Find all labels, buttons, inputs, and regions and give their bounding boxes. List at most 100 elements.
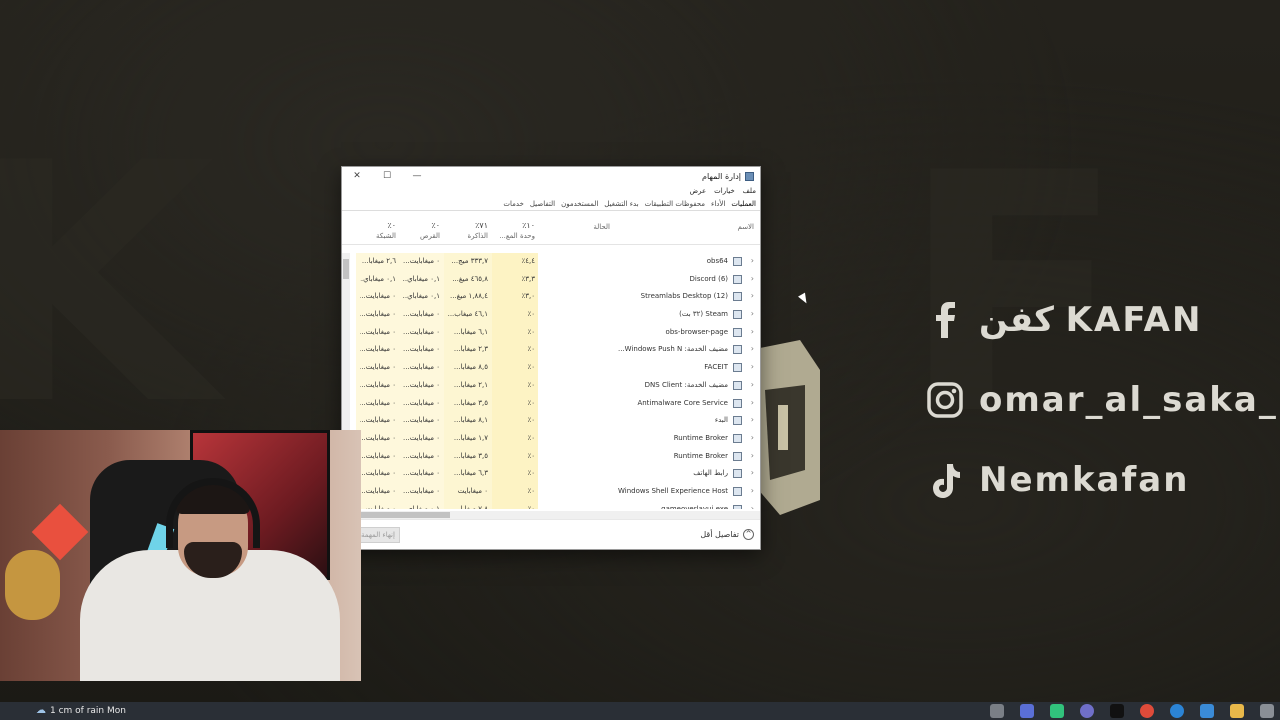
process-row[interactable]: ‹ Discord (6) ٣,٣٪ ٤٦٥,٨ ميغ... ٠,١ ميغاباي.…: [342, 271, 760, 289]
process-row[interactable]: ‹ obs64 ٤,٤٪ ٣٣٣,٧ ميج... ٠ ميغابايت... ٢,٦ م…: [342, 253, 760, 271]
process-disk: ٠ ميغابايت...: [403, 257, 440, 265]
facebook-icon: [925, 300, 965, 340]
fewer-details-button[interactable]: ^ تفاصيل أقل: [700, 529, 754, 540]
expand-chevron-icon[interactable]: ‹: [751, 468, 754, 477]
mummy-figure: [5, 550, 60, 620]
close-icon[interactable]: ✕: [342, 167, 372, 185]
app-taskbar-icon[interactable]: [1020, 704, 1034, 718]
social-links: كفن KAFAN omar_al_saka_ Nemkafan: [925, 280, 1280, 520]
expand-chevron-icon[interactable]: ‹: [751, 398, 754, 407]
end-task-button[interactable]: إنهاء المهمة: [356, 527, 400, 543]
process-icon: [733, 433, 742, 443]
expand-chevron-icon[interactable]: ‹: [751, 291, 754, 300]
column-cpu[interactable]: ١٠٪ وحدة المع...: [495, 219, 535, 245]
expand-chevron-icon[interactable]: ‹: [751, 433, 754, 442]
column-disk[interactable]: ٠٪ القرص: [402, 219, 440, 245]
maximize-icon[interactable]: ☐: [372, 167, 402, 185]
process-row[interactable]: ‹ Windows Shell Experience Host ٠٪ ٠ ميغابا…: [342, 483, 760, 501]
process-memory: ٣,٥ ميغابا...: [453, 398, 488, 407]
process-memory: ٢,٣ ميغابا...: [453, 345, 488, 354]
process-memory: ٦,٣ ميغابا...: [453, 469, 488, 478]
process-network: ٠,١ ميغاباي...: [360, 274, 396, 283]
menu-options[interactable]: خيارات: [714, 187, 735, 195]
process-row[interactable]: ‹ FACEIT ٠٪ ٨,٥ ميغابا... ٠ ميغابايت... ٠ ميغ…: [342, 359, 760, 377]
tab-users[interactable]: المستخدمون: [561, 200, 598, 208]
horizontal-scrollbar[interactable]: [350, 511, 760, 519]
edge-taskbar-icon[interactable]: [1170, 704, 1184, 718]
task-manager-taskbar-icon[interactable]: [990, 704, 1004, 718]
file-explorer-taskbar-icon[interactable]: [1230, 704, 1244, 718]
process-row[interactable]: ‹ Runtime Broker ٠٪ ٣,٥ ميغابا... ٠ ميغابايت…: [342, 448, 760, 466]
expand-chevron-icon[interactable]: ‹: [751, 415, 754, 424]
process-network: ٠ ميغابايت...: [360, 398, 396, 407]
process-memory: ٢,١ ميغابا...: [453, 380, 488, 389]
process-row[interactable]: ‹ Antimalware Core Service ٠٪ ٣,٥ ميغابا...…: [342, 395, 760, 413]
column-name[interactable]: الاسم: [694, 219, 754, 245]
process-list[interactable]: ‹ obs64 ٤,٤٪ ٣٣٣,٧ ميج... ٠ ميغابايت... ٢,٦ م…: [342, 253, 760, 509]
process-row[interactable]: ‹ رابط الهاتف ٠٪ ٦,٣ ميغابا... ٠ ميغابايت...…: [342, 465, 760, 483]
column-memory[interactable]: ٧١٪ الذاكرة: [446, 219, 488, 245]
expand-chevron-icon[interactable]: ‹: [751, 274, 754, 283]
chrome-taskbar-icon[interactable]: [1140, 704, 1154, 718]
process-disk: ٠ ميغابايت...: [403, 416, 440, 425]
tiktok-taskbar-icon[interactable]: [1110, 704, 1124, 718]
process-network: ٠ ميغابايت...: [360, 345, 396, 354]
settings-taskbar-icon[interactable]: [1260, 704, 1274, 718]
expand-chevron-icon[interactable]: ‹: [751, 486, 754, 495]
process-memory: ١,٨٨,٤ ميغ...: [450, 292, 488, 301]
process-row[interactable]: ‹ Steam (٣٢ بت) ٠٪ ٤٦,١ ميغاب... ٠ ميغابايت.…: [342, 306, 760, 324]
process-memory: ٨,١ ميغابا...: [453, 416, 488, 425]
obs-taskbar-icon[interactable]: [1080, 704, 1094, 718]
process-name: gameoverlayui.exe: [661, 504, 728, 509]
expand-chevron-icon[interactable]: ‹: [751, 256, 754, 265]
minimize-icon[interactable]: —: [402, 167, 432, 185]
tab-processes[interactable]: العمليات: [731, 200, 756, 208]
tab-performance[interactable]: الأداء: [711, 200, 725, 208]
process-name: Runtime Broker: [673, 433, 728, 442]
process-cpu: ٠٪: [527, 363, 535, 372]
process-disk: ٠ ميغابايت...: [403, 486, 440, 495]
tab-app-history[interactable]: محفوظات التطبيقات: [645, 200, 705, 208]
expand-chevron-icon[interactable]: ‹: [751, 309, 754, 318]
process-row[interactable]: ‹ Streamlabs Desktop (12) ٣,٠٪ ١,٨٨,٤ ميغ..…: [342, 288, 760, 306]
mouse-cursor-icon: [798, 292, 810, 306]
process-row[interactable]: ‹ gameoverlayui.exe ٠٪ ٧,٨ ميغابا... ٠,١ ميغ…: [342, 501, 760, 509]
process-name: obs-browser-page: [665, 327, 728, 336]
task-manager-window[interactable]: إدارة المهام ✕ ☐ — ملف خيارات عرض العملي…: [341, 166, 761, 550]
store-taskbar-icon[interactable]: [1200, 704, 1214, 718]
column-status[interactable]: الحالة: [550, 219, 610, 245]
process-cpu: ٠٪: [527, 327, 535, 336]
process-network: ٠ ميغابايت...: [360, 486, 396, 495]
tab-bar: العمليات الأداء محفوظات التطبيقات بدء ال…: [342, 197, 760, 211]
column-network[interactable]: ٠٪ الشبكة: [360, 219, 396, 245]
tab-details[interactable]: التفاصيل: [530, 200, 555, 208]
process-cpu: ٠٪: [527, 380, 535, 389]
tab-startup[interactable]: بدء التشغيل: [604, 200, 638, 208]
tiktok-icon: [925, 460, 965, 500]
menu-bar: ملف خيارات عرض: [342, 185, 760, 197]
process-row[interactable]: ‹ obs-browser-page ٠٪ ٦,١ ميغابا... ٠ ميغابا…: [342, 324, 760, 342]
weather-widget[interactable]: ☁ 1 cm of rain Mon: [36, 705, 126, 716]
process-row[interactable]: ‹ البدء ٠٪ ٨,١ ميغابا... ٠ ميغابايت... ٠ ميغا…: [342, 412, 760, 430]
tab-services[interactable]: خدمات: [503, 200, 523, 208]
streamlabs-taskbar-icon[interactable]: [1050, 704, 1064, 718]
process-row[interactable]: ‹ Runtime Broker ٠٪ ١,٧ ميغابا... ٠ ميغابايت…: [342, 430, 760, 448]
process-icon: [733, 257, 742, 266]
facebook-handle: كفن KAFAN: [979, 300, 1203, 340]
expand-chevron-icon[interactable]: ‹: [751, 504, 754, 509]
process-icon: [733, 274, 742, 284]
process-row[interactable]: ‹ مضيف الخدمة: Windows Push N... ٠٪ ٢,٣ ميغ…: [342, 341, 760, 359]
process-name: Runtime Broker: [673, 451, 728, 460]
expand-chevron-icon[interactable]: ‹: [751, 380, 754, 389]
social-facebook: كفن KAFAN: [925, 280, 1280, 360]
menu-view[interactable]: عرض: [690, 187, 707, 195]
process-disk: ٠ ميغابايت...: [403, 327, 440, 336]
expand-chevron-icon[interactable]: ‹: [751, 327, 754, 336]
process-disk: ٠ ميغابايت...: [403, 469, 440, 478]
menu-file[interactable]: ملف: [743, 187, 756, 195]
process-network: ٠ ميغابايت...: [360, 363, 396, 372]
process-row[interactable]: ‹ مضيف الخدمة: DNS Client ٠٪ ٢,١ ميغابا... ٠…: [342, 377, 760, 395]
expand-chevron-icon[interactable]: ‹: [751, 362, 754, 371]
expand-chevron-icon[interactable]: ‹: [751, 451, 754, 460]
expand-chevron-icon[interactable]: ‹: [751, 344, 754, 353]
